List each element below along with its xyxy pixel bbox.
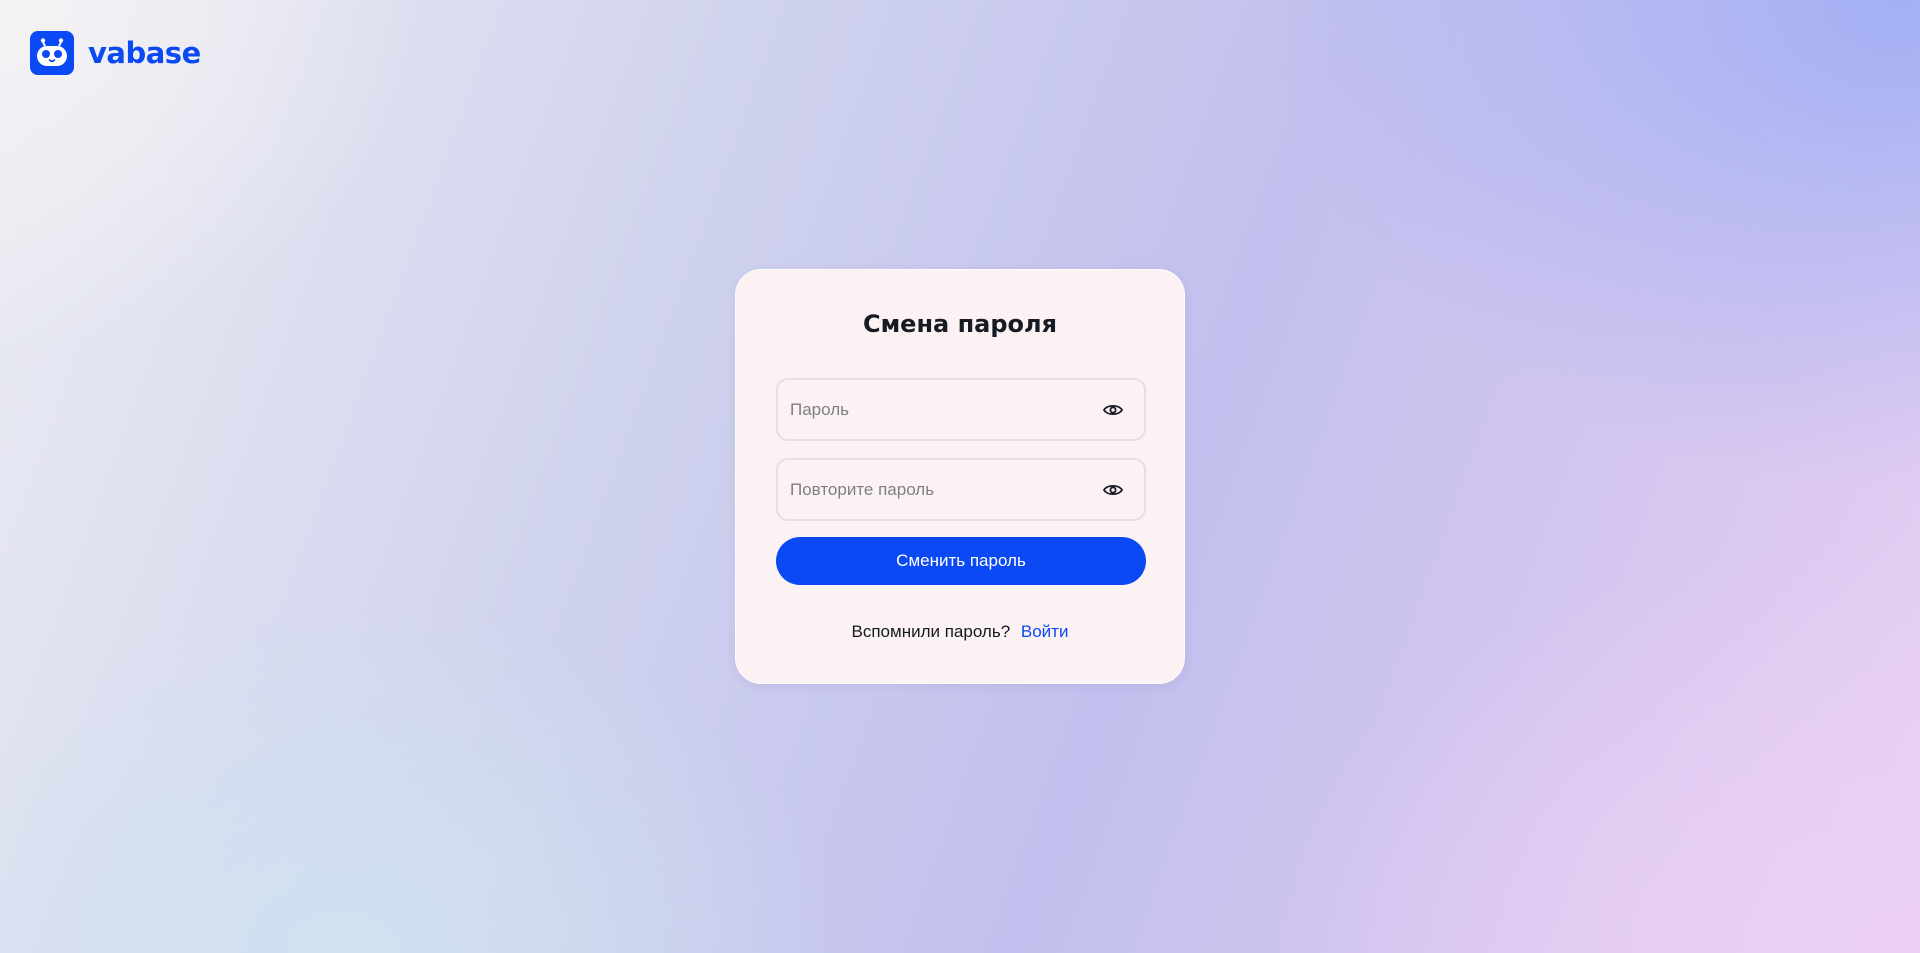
robot-face-icon [30, 31, 74, 75]
page-title: Смена пароля [862, 310, 1058, 338]
login-link[interactable]: Войти [1021, 622, 1069, 641]
change-password-card: Смена пароля Сменить пароль Вспомнили па… [735, 269, 1185, 684]
eye-icon[interactable] [1102, 399, 1124, 421]
change-password-button[interactable]: Сменить пароль [776, 537, 1146, 585]
eye-icon[interactable] [1102, 479, 1124, 501]
repeat-password-input[interactable] [778, 460, 1102, 519]
remembered-password-text: Вспомнили пароль? [851, 622, 1011, 641]
brand-logo[interactable]: vabase [30, 31, 201, 75]
password-input[interactable] [778, 380, 1102, 439]
repeat-password-field [776, 458, 1146, 521]
brand-name: vabase [88, 35, 201, 70]
password-field [776, 378, 1146, 441]
login-prompt: Вспомнили пароль? Войти [736, 622, 1184, 642]
